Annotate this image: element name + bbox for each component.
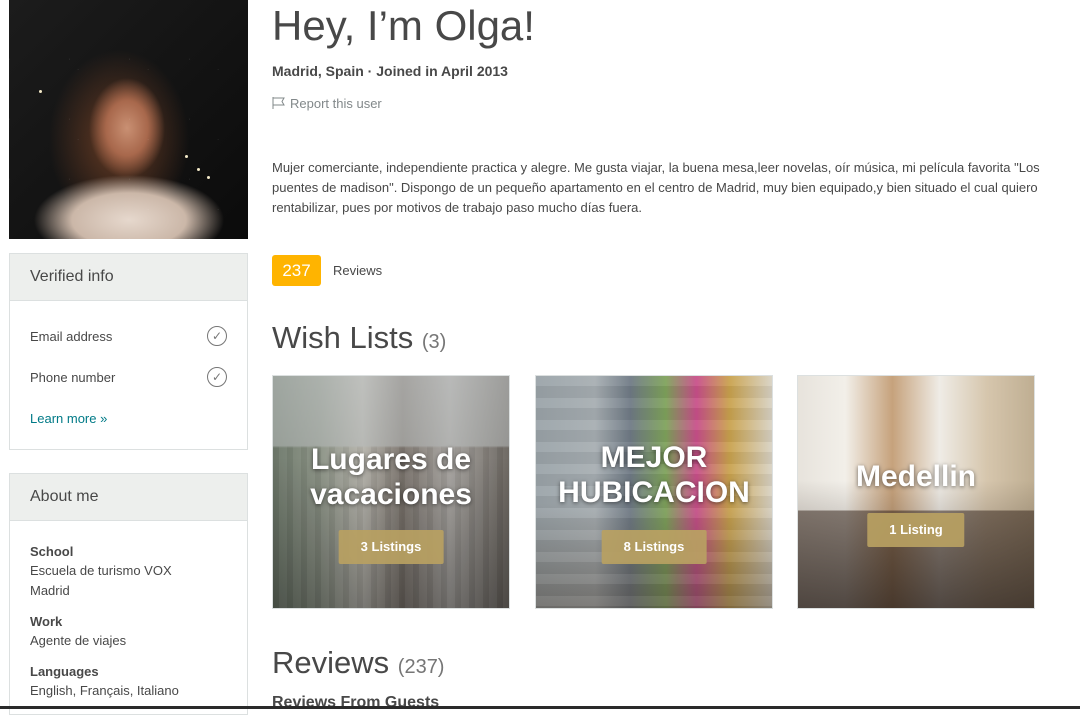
flag-icon bbox=[272, 97, 285, 109]
learn-more-link[interactable]: Learn more » bbox=[30, 411, 107, 426]
reviews-heading: Reviews (237) bbox=[272, 645, 444, 681]
reviews-title: Reviews bbox=[272, 645, 390, 680]
wish-lists-title: Wish Lists bbox=[272, 320, 414, 355]
wish-list-card-1[interactable]: Lugares de vacaciones 3 Listings bbox=[272, 375, 510, 609]
verified-info-title: Verified info bbox=[10, 254, 247, 301]
reviews-badge-label[interactable]: Reviews bbox=[333, 263, 382, 278]
wish-list-title-1a: Lugares de bbox=[310, 443, 472, 476]
work-value: Agente de viajes bbox=[30, 633, 127, 648]
languages-label: Languages bbox=[30, 664, 99, 679]
languages-value: English, Français, Italiano bbox=[30, 683, 179, 698]
profile-bio: Mujer comerciante, independiente practic… bbox=[272, 160, 1040, 215]
wish-list-card-2[interactable]: MEJOR HUBICACION 8 Listings bbox=[535, 375, 773, 609]
work-label: Work bbox=[30, 614, 63, 629]
wish-list-listings-2[interactable]: 8 Listings bbox=[601, 530, 707, 564]
verified-info-panel: Verified info Email address ✓ Phone numb… bbox=[9, 253, 248, 450]
about-me-panel: About me School Escuela de turismo VOX M… bbox=[9, 473, 248, 715]
reviews-from-guests-heading: Reviews From Guests bbox=[272, 694, 440, 711]
wish-list-card-3[interactable]: Medellin 1 Listing bbox=[797, 375, 1035, 609]
reviews-count: (237) bbox=[397, 656, 445, 678]
wish-list-title-1b: vacaciones bbox=[310, 478, 472, 511]
wish-list-listings-1[interactable]: 3 Listings bbox=[338, 530, 444, 564]
wish-list-title-2b: HUBICACION bbox=[558, 476, 750, 509]
school-value: Escuela de turismo VOX bbox=[30, 563, 172, 578]
profile-photo bbox=[9, 0, 248, 239]
wish-list-title-2a: MEJOR bbox=[600, 441, 708, 474]
check-circle-icon: ✓ bbox=[207, 367, 227, 387]
profile-greeting: Hey, I’m Olga! bbox=[272, 2, 535, 49]
about-me-title: About me bbox=[10, 474, 247, 521]
location-joined: Madrid, Spain · Joined in April 2013 bbox=[272, 63, 508, 79]
verified-item-phone: Phone number bbox=[30, 370, 116, 385]
wish-list-title-3: Medellin bbox=[855, 460, 976, 493]
verified-item-email: Email address bbox=[30, 329, 113, 344]
wish-lists-count: (3) bbox=[421, 331, 447, 353]
school-city: Madrid bbox=[30, 583, 70, 598]
report-user-label: Report this user bbox=[290, 96, 382, 111]
school-label: School bbox=[30, 544, 74, 559]
check-circle-icon: ✓ bbox=[207, 326, 227, 346]
wish-list-listings-3[interactable]: 1 Listing bbox=[867, 513, 965, 547]
wish-lists-heading: Wish Lists (3) bbox=[272, 320, 446, 356]
report-user-link[interactable]: Report this user bbox=[272, 96, 382, 111]
reviews-count-badge[interactable]: 237 bbox=[272, 255, 321, 286]
